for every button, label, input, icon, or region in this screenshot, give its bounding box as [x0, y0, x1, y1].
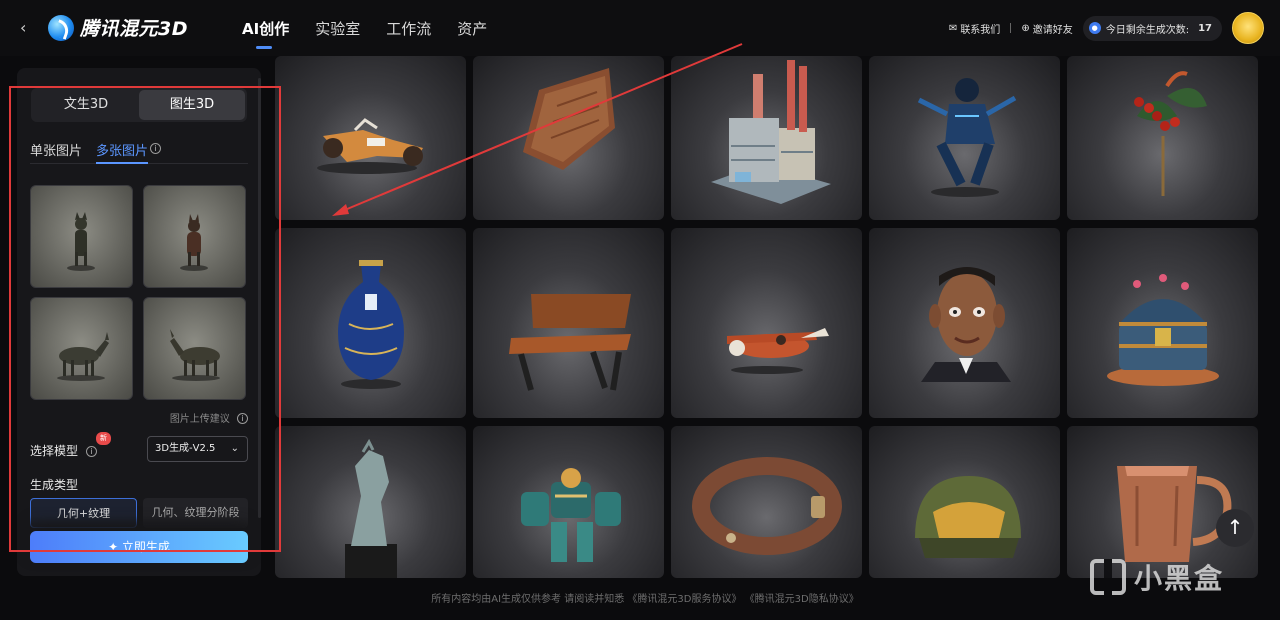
quota-value: 17: [1198, 22, 1212, 34]
gallery-card-wooden-bench[interactable]: [473, 228, 664, 418]
gallery-card-wooden-tray[interactable]: [473, 56, 664, 220]
info-icon[interactable]: i: [85, 446, 97, 457]
chevron-left-icon[interactable]: ‹: [20, 18, 36, 38]
uploaded-image-back[interactable]: [143, 185, 246, 288]
generation-panel: 文生3D 图生3D 单张图片 多张图片 i 图片上传建议 i 选择模型 i 新 …: [17, 68, 261, 576]
donkey-figurine-left: [57, 332, 109, 381]
nav-item-ai-create[interactable]: AI创作: [242, 18, 289, 49]
tab-image-to-3d[interactable]: 图生3D: [139, 90, 245, 120]
logo-text: 腾讯混元3D: [80, 18, 188, 40]
gallery-card-holly-branch[interactable]: [1067, 56, 1258, 220]
gallery-card-blue-vase[interactable]: [275, 228, 466, 418]
info-icon[interactable]: i: [150, 143, 162, 154]
quota-label: 今日剩余生成次数:: [1105, 24, 1190, 36]
model-selector-row: 选择模型 i 新 3D生成-V2.5 ⌄: [30, 432, 248, 462]
gallery-card-treasure-chest[interactable]: [1067, 228, 1258, 418]
info-icon: i: [237, 413, 248, 424]
contact-link[interactable]: ✉ 联系我们: [949, 21, 1000, 36]
header-actions: ✉ 联系我们 ⊕ 邀请好友 ● 今日剩余生成次数: 17: [949, 12, 1264, 44]
gallery-card-horse-statue[interactable]: [275, 426, 466, 578]
model-label: 选择模型 i: [30, 442, 97, 459]
hunyuan-logo-icon: [48, 14, 74, 41]
tab-text-to-3d[interactable]: 文生3D: [33, 90, 139, 120]
upload-hint-label: 图片上传建议: [169, 414, 230, 425]
nav-item-workflow[interactable]: 工作流: [386, 18, 431, 49]
donkey-figurine-right: [170, 329, 220, 381]
quota-badge: ● 今日剩余生成次数: 17: [1082, 15, 1222, 41]
quota-icon: ●: [1088, 22, 1101, 34]
invite-label: 邀请好友: [1032, 24, 1073, 36]
avatar[interactable]: [1232, 12, 1264, 44]
uploaded-image-left[interactable]: [30, 297, 133, 400]
uploaded-image-front[interactable]: [30, 185, 133, 288]
gallery-card-leather-collar[interactable]: [671, 426, 862, 578]
footer-disclaimer[interactable]: 所有内容均由AI生成仅供参考 请阅读并知悉 《腾讯混元3D服务协议》 《腾讯混元…: [0, 590, 1280, 605]
gallery-card-toy-airplane[interactable]: [671, 228, 862, 418]
chevron-down-icon: ⌄: [230, 443, 239, 454]
donkey-figurine-back: [180, 214, 208, 271]
new-badge: 新: [96, 432, 111, 445]
gallery-card-cartoon-head[interactable]: [869, 228, 1060, 418]
mail-icon: ✉: [948, 22, 958, 34]
donkey-figurine-front: [67, 212, 95, 271]
gallery-card-mech-robot[interactable]: [473, 426, 664, 578]
showcase-gallery: [275, 56, 1261, 578]
generate-button[interactable]: ✦ 立即生成: [30, 531, 248, 563]
gallery-card-copper-mug[interactable]: [1067, 426, 1258, 578]
divider: [1010, 23, 1012, 33]
generation-type-label: 生成类型: [30, 478, 79, 492]
arrow-up-icon[interactable]: ↑: [1216, 509, 1254, 547]
main-nav: AI创作 实验室 工作流 资产: [242, 18, 487, 49]
mode-toggle: 文生3D 图生3D: [31, 88, 247, 122]
gallery-card-helmet[interactable]: [869, 426, 1060, 578]
tab-multi-image-label: 多张图片: [96, 144, 149, 159]
top-navigation-bar: ‹ 腾讯混元3D AI创作 实验室 工作流 资产 ✉ 联系我们 ⊕ 邀请好友 ●…: [0, 0, 1280, 56]
nav-item-lab[interactable]: 实验室: [315, 18, 360, 49]
uploaded-image-right[interactable]: [143, 297, 246, 400]
upload-hint[interactable]: 图片上传建议 i: [170, 410, 248, 425]
logo[interactable]: 腾讯混元3D: [48, 14, 188, 41]
contact-label: 联系我们: [960, 24, 1001, 36]
panel-scrollbar[interactable]: [258, 78, 261, 518]
model-select[interactable]: 3D生成-V2.5 ⌄: [147, 436, 248, 462]
nav-item-assets[interactable]: 资产: [457, 18, 487, 49]
invite-link[interactable]: ⊕ 邀请好友: [1021, 21, 1072, 36]
tab-single-image[interactable]: 单张图片: [30, 140, 82, 164]
model-selected-value: 3D生成-V2.5: [155, 443, 216, 454]
gallery-card-ninja-robot[interactable]: [869, 56, 1060, 220]
gallery-card-factory[interactable]: [671, 56, 862, 220]
image-count-tabs: 单张图片 多张图片 i: [30, 140, 248, 164]
gallery-card-motorcycle[interactable]: [275, 56, 466, 220]
gift-icon: ⊕: [1021, 22, 1030, 34]
model-label-text: 选择模型: [30, 444, 79, 458]
tab-multi-image[interactable]: 多张图片: [96, 140, 149, 164]
